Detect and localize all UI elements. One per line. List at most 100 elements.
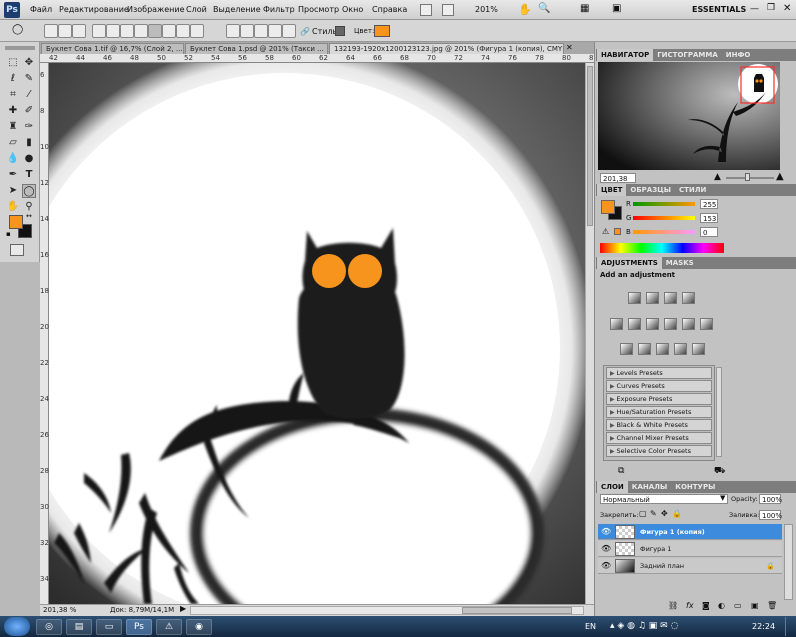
- history-brush-icon[interactable]: ✑: [22, 120, 36, 134]
- tab-masks[interactable]: MASKS: [662, 257, 698, 269]
- swap-colors-icon[interactable]: ↔: [26, 212, 32, 220]
- eye-icon[interactable]: 👁: [601, 558, 611, 574]
- preset-curves[interactable]: Curves Presets: [606, 380, 712, 392]
- menu-view[interactable]: Просмотр: [298, 5, 339, 14]
- new-adjustment-layer-icon[interactable]: ◐: [718, 601, 725, 610]
- dodge-tool-icon[interactable]: ●: [22, 152, 36, 166]
- photoshop-task-icon[interactable]: Ps: [126, 619, 152, 635]
- restore-icon[interactable]: ❐: [767, 3, 775, 13]
- crop-tool-icon[interactable]: ⌗: [6, 88, 20, 102]
- layer-name[interactable]: Фигура 1: [640, 541, 671, 557]
- folder-icon[interactable]: ▭: [96, 619, 122, 635]
- tab-channels[interactable]: КАНАЛЫ: [628, 481, 671, 493]
- tab-close-icon[interactable]: ✕: [566, 43, 573, 52]
- default-colors-icon[interactable]: ▪: [6, 230, 11, 238]
- chrome-icon[interactable]: ◎: [36, 619, 62, 635]
- app-icon[interactable]: ◉: [186, 619, 212, 635]
- polygon-button[interactable]: [162, 24, 176, 38]
- healing-brush-icon[interactable]: ✚: [6, 104, 20, 118]
- warning-app-icon[interactable]: ⚠: [156, 619, 182, 635]
- document-canvas[interactable]: [49, 63, 585, 604]
- adjustments-options-icon[interactable]: ⛟: [714, 466, 725, 477]
- custom-shape-button[interactable]: [190, 24, 204, 38]
- menu-image[interactable]: Изображение: [127, 5, 185, 14]
- channel-mixer-icon[interactable]: [700, 318, 713, 330]
- layer-row[interactable]: 👁 Задний план 🔒: [598, 558, 782, 574]
- r-slider[interactable]: [633, 202, 695, 206]
- show-desktop-button[interactable]: [785, 617, 795, 636]
- layer-name[interactable]: Фигура 1 (копия): [640, 524, 705, 540]
- tab-styles[interactable]: СТИЛИ: [675, 184, 710, 196]
- lock-image-icon[interactable]: ✎: [650, 509, 657, 518]
- menu-help[interactable]: Справка: [372, 5, 407, 14]
- layers-scrollbar[interactable]: [784, 524, 793, 600]
- tab-buklet-psd[interactable]: Буклет Сова 1.psd @ 201% (Такси ...: [185, 43, 328, 54]
- pen-tool-button[interactable]: [92, 24, 106, 38]
- photo-filter-icon[interactable]: [682, 318, 695, 330]
- lock-transparency-icon[interactable]: ▢: [639, 509, 647, 518]
- brush-tool-icon[interactable]: ✐: [22, 104, 36, 118]
- screen-mode-icon[interactable]: ▣: [612, 3, 621, 14]
- quick-select-icon[interactable]: ✎: [22, 72, 36, 86]
- menu-edit[interactable]: Редактирование: [59, 5, 129, 14]
- lock-all-icon[interactable]: 🔒: [672, 509, 682, 518]
- preset-exposure[interactable]: Exposure Presets: [606, 393, 712, 405]
- fill-field[interactable]: 100%: [759, 510, 782, 520]
- tray-icons[interactable]: ▴ ◈ ◍ ♫ ▣ ✉ ◌: [610, 621, 678, 631]
- paths-button[interactable]: [58, 24, 72, 38]
- link-layers-icon[interactable]: ⛓: [668, 601, 678, 610]
- status-zoom[interactable]: 201,38 %: [43, 606, 76, 614]
- color-fg-swatch[interactable]: [601, 200, 615, 214]
- curves-icon[interactable]: [664, 292, 677, 304]
- navigator-zoom-in-icon[interactable]: ▲: [776, 171, 784, 182]
- minimize-icon[interactable]: —: [750, 4, 759, 14]
- new-layer-mode-button[interactable]: [226, 24, 240, 38]
- subtract-mode-button[interactable]: [254, 24, 268, 38]
- add-mask-icon[interactable]: ◙: [702, 601, 710, 610]
- blur-tool-icon[interactable]: 💧: [6, 152, 20, 166]
- freeform-pen-button[interactable]: [106, 24, 120, 38]
- tab-active-document[interactable]: 132193-1920x1200123123.jpg @ 201% (Фигур…: [329, 43, 564, 54]
- brightness-contrast-icon[interactable]: [628, 292, 641, 304]
- tab-swatches[interactable]: ОБРАЗЦЫ: [626, 184, 675, 196]
- preset-levels[interactable]: Levels Presets: [606, 367, 712, 379]
- marquee-tool-icon[interactable]: ⬚: [6, 56, 20, 70]
- gradient-map-icon[interactable]: [674, 343, 687, 355]
- preset-hue-saturation[interactable]: Hue/Saturation Presets: [606, 406, 712, 418]
- zoom-tool-icon[interactable]: 🔍: [538, 3, 550, 14]
- hue-saturation-icon[interactable]: [628, 318, 641, 330]
- start-button[interactable]: [4, 617, 30, 636]
- selective-color-icon[interactable]: [692, 343, 705, 355]
- close-icon[interactable]: ✕: [783, 3, 791, 14]
- g-value[interactable]: 153: [700, 213, 718, 223]
- clone-stamp-icon[interactable]: ♜: [6, 120, 20, 134]
- rounded-rect-button[interactable]: [134, 24, 148, 38]
- status-menu-arrow-icon[interactable]: ▶: [180, 604, 186, 613]
- shape-color-swatch[interactable]: [374, 25, 390, 37]
- navigator-zoom-field[interactable]: 201,38 %: [600, 173, 636, 193]
- menu-layer[interactable]: Слой: [186, 5, 207, 14]
- navigator-preview[interactable]: [598, 62, 780, 170]
- navigator-zoom-thumb[interactable]: [745, 173, 750, 181]
- new-layer-icon[interactable]: ▣: [751, 601, 759, 610]
- g-slider[interactable]: [633, 216, 695, 220]
- menu-filter[interactable]: Фильтр: [263, 5, 295, 14]
- menu-window[interactable]: Окно: [342, 5, 363, 14]
- invert-icon[interactable]: [620, 343, 633, 355]
- presets-scrollbar[interactable]: [716, 367, 722, 457]
- preset-channel-mixer[interactable]: Channel Mixer Presets: [606, 432, 712, 444]
- style-swatch[interactable]: [335, 26, 345, 36]
- link-icon[interactable]: 🔗: [300, 27, 310, 36]
- color-ramp[interactable]: [600, 243, 724, 253]
- move-tool-icon[interactable]: ✥: [22, 56, 36, 70]
- vertical-scroll-thumb[interactable]: [587, 66, 593, 226]
- tab-buklet-tif[interactable]: Буклет Сова 1.tif @ 16,7% (Слой 2, ...: [41, 43, 184, 54]
- navigator-zoom-out-icon[interactable]: ▲: [714, 172, 721, 182]
- quick-mask-icon[interactable]: [10, 244, 24, 256]
- eyedropper-tool-icon[interactable]: ⁄: [22, 88, 36, 102]
- minibridge-icon[interactable]: [442, 4, 454, 16]
- r-value[interactable]: 255: [700, 199, 718, 209]
- b-slider[interactable]: [633, 230, 695, 234]
- layer-style-icon[interactable]: fx: [686, 601, 694, 610]
- type-tool-icon[interactable]: T: [22, 168, 36, 182]
